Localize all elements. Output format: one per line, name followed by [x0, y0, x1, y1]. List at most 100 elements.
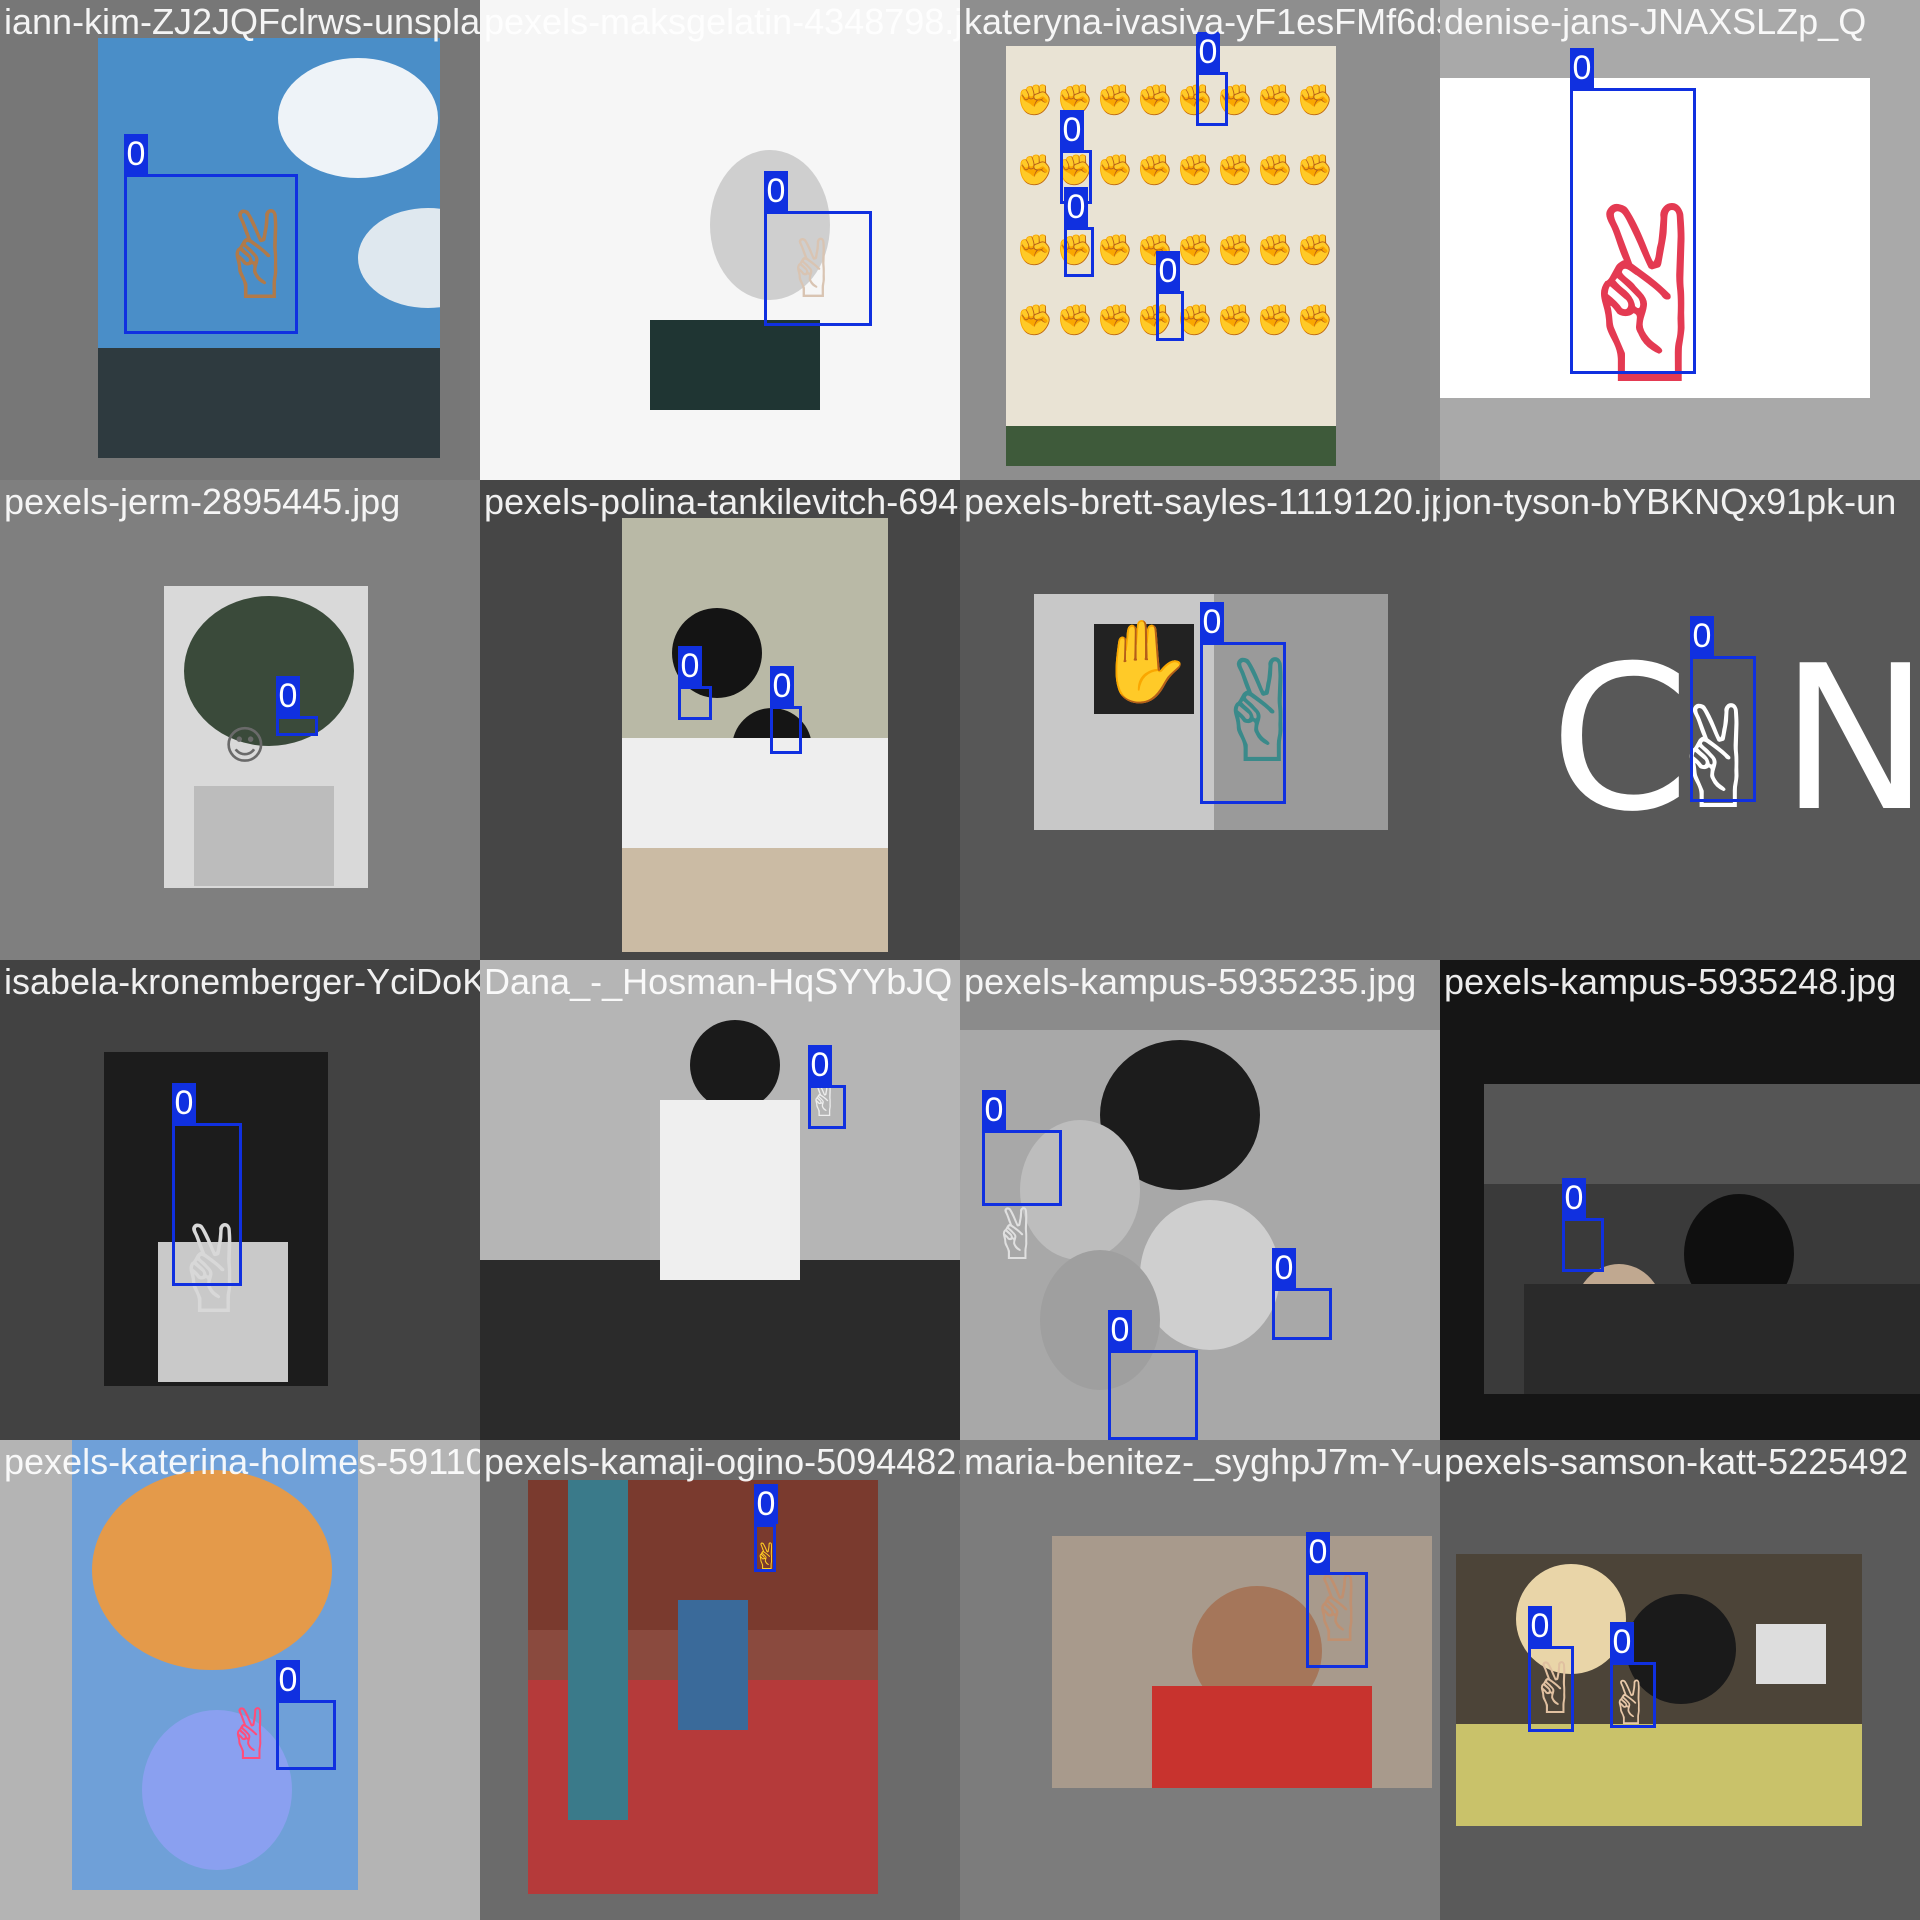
- image-tile[interactable]: ✌0iann-kim-ZJ2JQFclrws-unsplash.jpg: [0, 0, 480, 480]
- hand-sculpture-icon: ✊: [1056, 303, 1094, 338]
- scene-shape: [358, 208, 440, 308]
- scene-shape: [1524, 1284, 1920, 1394]
- scene-shape: [480, 1260, 960, 1440]
- filename-label: maria-benitez-_syghpJ7m-Y-unsplash.jpg: [964, 1441, 1440, 1482]
- photo-thumbnail: ✌: [960, 1030, 1440, 1440]
- detection-box[interactable]: [276, 716, 318, 736]
- hand-sculpture-icon: ✊: [1136, 83, 1174, 118]
- image-tile[interactable]: ✌0 pexels-katerina-holmes-5911015.jpg: [0, 1440, 480, 1920]
- class-label: 0: [1562, 1178, 1586, 1218]
- filename-label: iann-kim-ZJ2JQFclrws-unsplash.jpg: [4, 1, 480, 42]
- image-tile[interactable]: ✋ ✌ 0 pexels-brett-sayles-1119120.jpg: [960, 480, 1440, 960]
- scene-shape: [1140, 1200, 1280, 1350]
- image-tile[interactable]: ✌0isabela-kronemberger-YciDoK38s: [0, 960, 480, 1440]
- hand-sculpture-icon: ✊: [1136, 153, 1174, 188]
- detection-box[interactable]: [124, 174, 298, 334]
- hand-sculpture-icon: ✊: [1016, 233, 1054, 268]
- scene-shape: [1152, 1686, 1372, 1788]
- class-label: 0: [1156, 251, 1180, 291]
- hand-sculpture-icon: ✊: [1256, 303, 1294, 338]
- image-tile[interactable]: ☺ 0 pexels-jerm-2895445.jpg: [0, 480, 480, 960]
- filename-label: kateryna-ivasiva-yF1esFMf6ds-unsplash.jp…: [964, 1, 1440, 42]
- class-label: 0: [678, 646, 702, 686]
- photo-thumbnail: ✌: [528, 1480, 878, 1894]
- image-tile[interactable]: ✌ 0 pexels-maksgelatin-4348798.jpg: [480, 0, 960, 480]
- image-tile[interactable]: ✌ ✌ 0 0 pexels-samson-katt-5225492: [1440, 1440, 1920, 1920]
- detection-box[interactable]: [172, 1123, 242, 1286]
- hand-sculpture-icon: ✊: [1296, 83, 1334, 118]
- hand-sculpture-icon: ✊: [1296, 153, 1334, 188]
- class-label: 0: [276, 1660, 300, 1700]
- hand-sculpture-icon: ✊: [1016, 83, 1054, 118]
- scene-shape: [194, 786, 334, 886]
- image-tile[interactable]: C N ✌ 0 jon-tyson-bYBKNQx91pk-un: [1440, 480, 1920, 960]
- hand-sign-icon: ✌: [988, 1194, 1047, 1276]
- hand-sculpture-icon: ✊: [1096, 83, 1134, 118]
- detection-box[interactable]: [808, 1085, 846, 1129]
- photo-thumbnail: ✌ ✌: [1456, 1554, 1862, 1826]
- scene-shape: [678, 1600, 748, 1730]
- detection-batch-grid: ✌0iann-kim-ZJ2JQFclrws-unsplash.jpg✌0pex…: [0, 0, 1920, 1920]
- detection-box[interactable]: [1196, 72, 1228, 126]
- photo-thumbnail: ✌: [480, 960, 960, 1440]
- detection-box[interactable]: [1690, 656, 1756, 802]
- filename-label: pexels-katerina-holmes-5911015.jpg: [4, 1441, 480, 1482]
- filename-label: pexels-kamaji-ogino-5094482.jpg: [484, 1441, 960, 1482]
- hand-sculpture-icon: ✊: [1216, 153, 1254, 188]
- image-tile[interactable]: ✌0pexels-kamaji-ogino-5094482.jpg: [480, 1440, 960, 1920]
- detection-box[interactable]: [1272, 1288, 1332, 1340]
- hand-sculpture-icon: ✊: [1096, 233, 1134, 268]
- detection-box[interactable]: [1108, 1350, 1198, 1440]
- hand-sculpture-icon: ✊: [1296, 233, 1334, 268]
- class-label: 0: [172, 1083, 196, 1123]
- hand-sculpture-icon: ✊: [1296, 303, 1334, 338]
- detection-box[interactable]: [678, 686, 712, 720]
- detection-box[interactable]: [1570, 88, 1696, 374]
- photo-thumbnail: ✌: [72, 1440, 358, 1890]
- class-label: 0: [1610, 1622, 1634, 1662]
- scene-shape: [1756, 1624, 1826, 1684]
- photo-thumbnail: ☺: [164, 586, 368, 888]
- photo-thumbnail: [1484, 1084, 1920, 1394]
- class-label: 0: [770, 666, 794, 706]
- detection-box[interactable]: [982, 1130, 1062, 1206]
- filename-label: pexels-brett-sayles-1119120.jpg: [964, 481, 1440, 522]
- image-tile[interactable]: 0 0 pexels-polina-tankilevitch-6945518.jpg: [480, 480, 960, 960]
- detection-box[interactable]: [1156, 291, 1184, 341]
- detection-box[interactable]: [1306, 1572, 1368, 1668]
- class-label: 0: [1060, 110, 1084, 150]
- scene-shape: [92, 1470, 332, 1670]
- image-tile[interactable]: ✌ 0 0 0 pexels-kampus-5935235.jpg: [960, 960, 1440, 1440]
- scene-shape: [1006, 426, 1336, 466]
- image-tile[interactable]: ✌ 0 denise-jans-JNAXSLZp_Q: [1440, 0, 1920, 480]
- class-label: 0: [764, 171, 788, 211]
- image-tile[interactable]: ✊ ✊ ✊ ✊ ✊ ✊ ✊ ✊ ✊ ✊ ✊ ✊ ✊ ✊ ✊ ✊ ✊ ✊ ✊ ✊ ✊ ✊ ✊ ✊ ✊ ✊ ✊ ✊ ✊ ✊ ✊ ✊ 0 0 0 0 kate…: [960, 0, 1440, 480]
- class-label: 0: [124, 134, 148, 174]
- detection-box[interactable]: [1064, 227, 1094, 277]
- image-tile[interactable]: 0 pexels-kampus-5935248.jpg: [1440, 960, 1920, 1440]
- detection-box[interactable]: [1200, 642, 1286, 804]
- hand-sculpture-icon: ✊: [1176, 233, 1214, 268]
- filename-label: pexels-jerm-2895445.jpg: [4, 481, 401, 522]
- image-tile[interactable]: ✌ 0 Dana_-_Hosman-HqSYYbJQ: [480, 960, 960, 1440]
- photo-thumbnail: C N ✌: [1440, 480, 1920, 960]
- filename-label: pexels-samson-katt-5225492: [1444, 1441, 1909, 1482]
- detection-box[interactable]: [1610, 1662, 1656, 1728]
- filename-label: isabela-kronemberger-YciDoK38s: [4, 961, 480, 1002]
- hand-sculpture-icon: ✊: [1216, 233, 1254, 268]
- detection-box[interactable]: [754, 1524, 776, 1572]
- class-label: 0: [1570, 48, 1594, 88]
- class-label: 0: [1200, 602, 1224, 642]
- detection-box[interactable]: [764, 211, 872, 326]
- detection-box[interactable]: [770, 706, 802, 754]
- class-label: 0: [1064, 187, 1088, 227]
- detection-box[interactable]: [1562, 1218, 1604, 1272]
- image-tile[interactable]: ✌0 maria-benitez-_syghpJ7m-Y-unsplash.jpg: [960, 1440, 1440, 1920]
- class-label: 0: [808, 1045, 832, 1085]
- scene-shape: [1484, 1084, 1920, 1184]
- hand-sculpture-icon: ✊: [1216, 303, 1254, 338]
- detection-box[interactable]: [276, 1700, 336, 1770]
- detection-box[interactable]: [1528, 1646, 1574, 1732]
- filename-label: Dana_-_Hosman-HqSYYbJQ: [484, 961, 953, 1002]
- filename-label: pexels-polina-tankilevitch-6945518.jpg: [484, 481, 960, 522]
